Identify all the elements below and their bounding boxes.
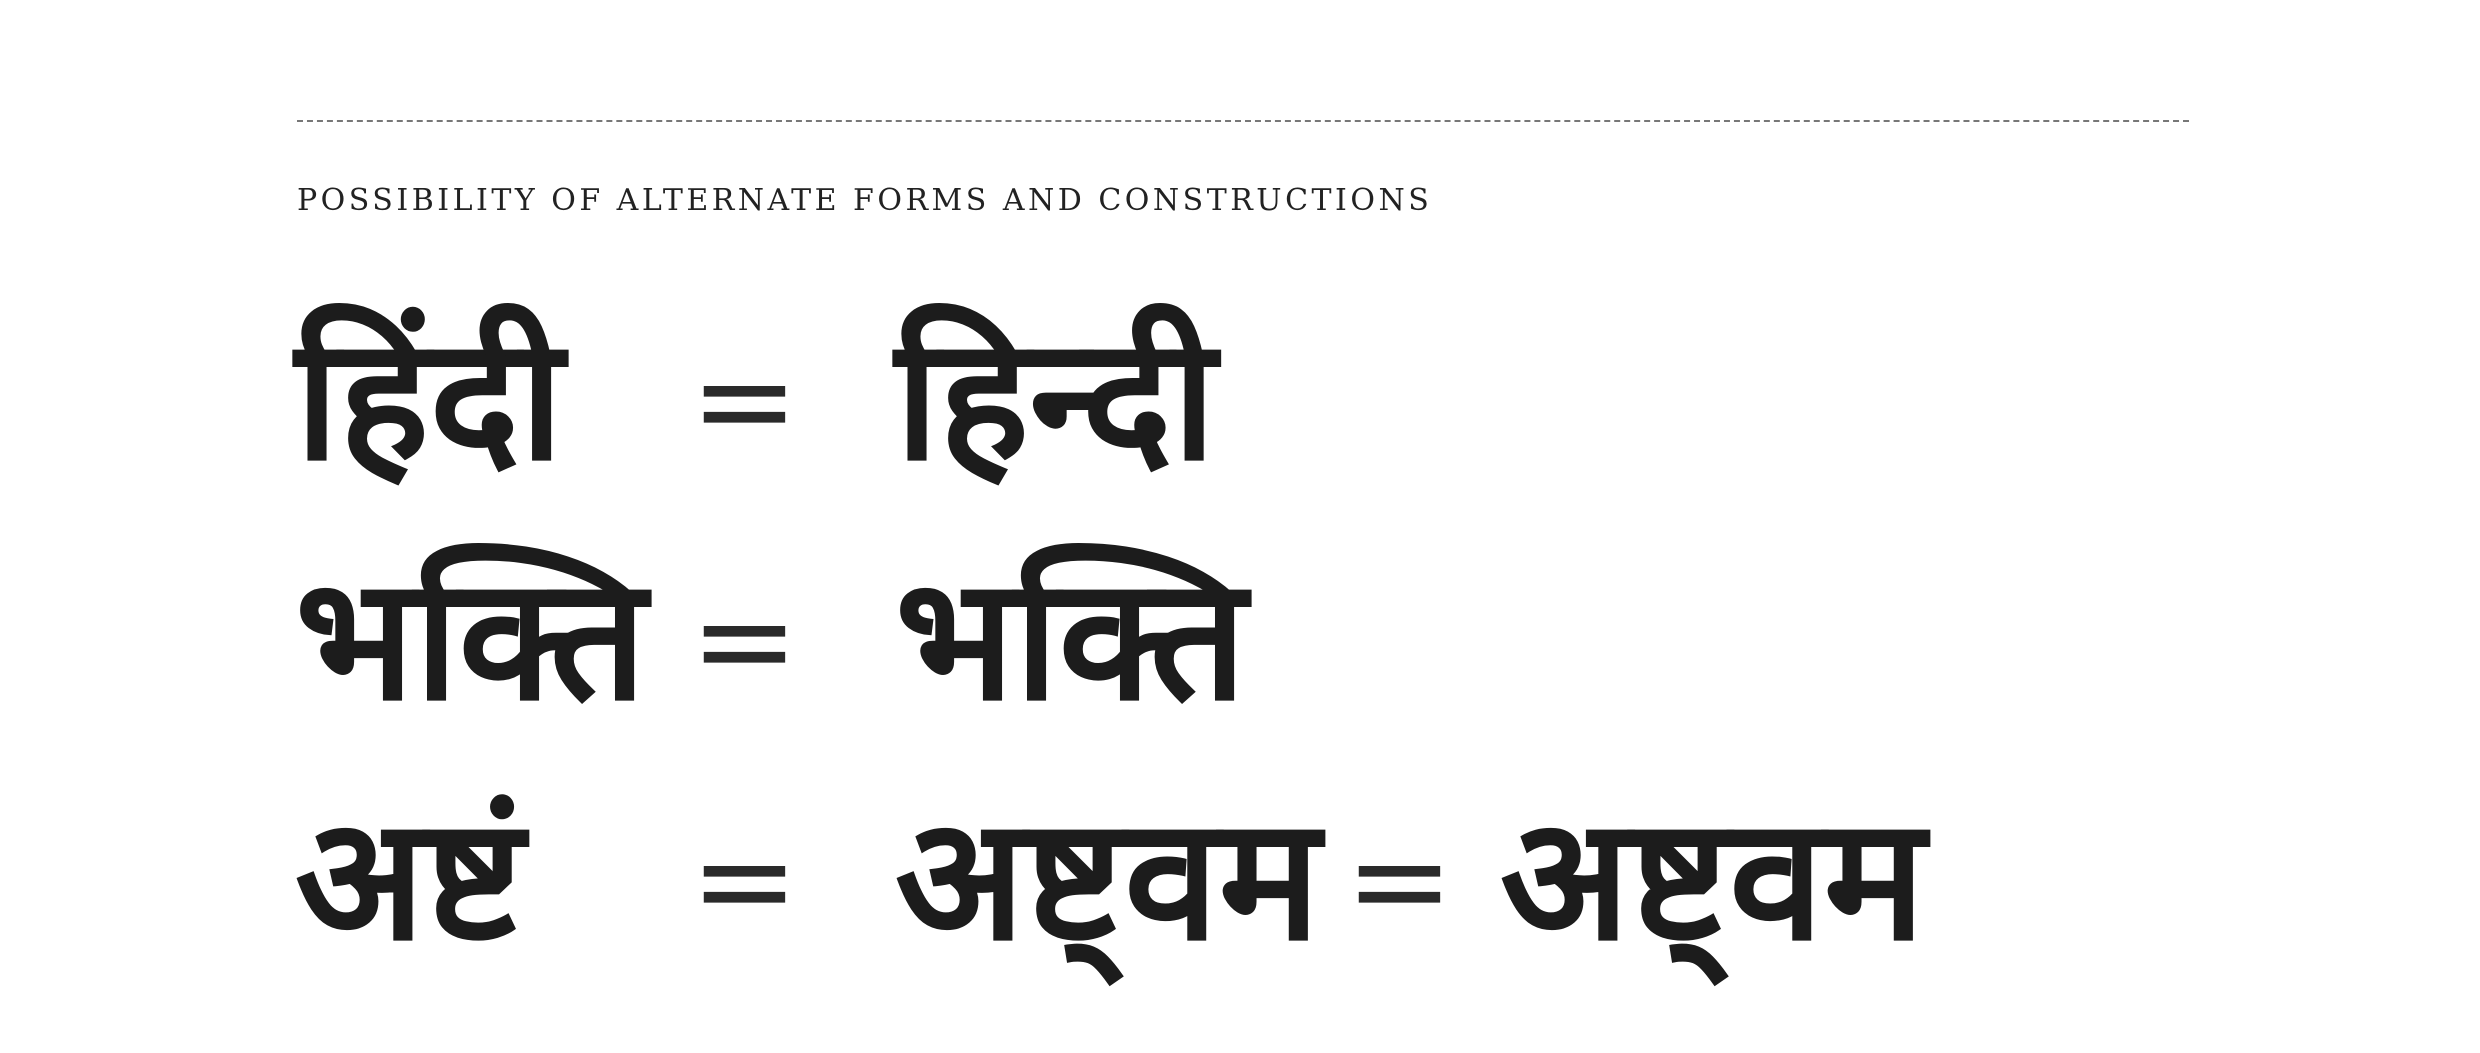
equals-sign: = bbox=[690, 564, 799, 716]
equals-sign: = bbox=[1345, 804, 1454, 956]
form-row-bhakti: भक्ति = भक्ति bbox=[0, 525, 2480, 755]
form-row-ashtvam: अष्टं = अष्ट्वम = अष्ट्वम bbox=[0, 765, 2480, 995]
form-alternate: अष्ट्वम bbox=[895, 781, 1321, 979]
form-alternate: हिन्दी bbox=[895, 301, 1217, 499]
form-alternate: भक्ति bbox=[895, 541, 1247, 739]
equals-sign: = bbox=[690, 324, 799, 476]
form-primary: भक्ति bbox=[295, 541, 647, 739]
dashed-divider bbox=[297, 120, 2189, 122]
form-alternate-2: अष्ट्वम bbox=[1500, 781, 1926, 979]
equals-sign: = bbox=[690, 804, 799, 956]
form-row-hindi: हिंदी = हिन्दी bbox=[0, 285, 2480, 515]
form-primary: हिंदी bbox=[295, 301, 564, 499]
section-caption: POSSIBILITY OF ALTERNATE FORMS AND CONST… bbox=[297, 183, 1433, 218]
form-primary: अष्टं bbox=[295, 781, 525, 979]
